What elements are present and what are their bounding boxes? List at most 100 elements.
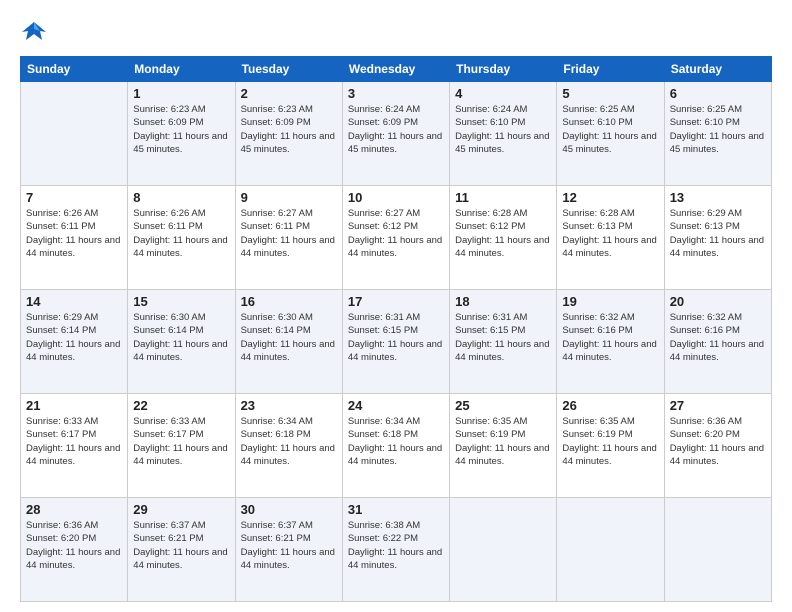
- calendar-week-row: 1 Sunrise: 6:23 AM Sunset: 6:09 PM Daylig…: [21, 82, 772, 186]
- day-number: 8: [133, 190, 229, 205]
- day-info: Sunrise: 6:27 AM Sunset: 6:11 PM Dayligh…: [241, 207, 337, 260]
- calendar-cell: 19 Sunrise: 6:32 AM Sunset: 6:16 PM Dayli…: [557, 290, 664, 394]
- day-number: 9: [241, 190, 337, 205]
- day-info: Sunrise: 6:37 AM Sunset: 6:21 PM Dayligh…: [133, 519, 229, 572]
- day-info: Sunrise: 6:35 AM Sunset: 6:19 PM Dayligh…: [562, 415, 658, 468]
- calendar-cell: 7 Sunrise: 6:26 AM Sunset: 6:11 PM Daylig…: [21, 186, 128, 290]
- day-info: Sunrise: 6:23 AM Sunset: 6:09 PM Dayligh…: [241, 103, 337, 156]
- day-info: Sunrise: 6:33 AM Sunset: 6:17 PM Dayligh…: [26, 415, 122, 468]
- calendar-cell: [21, 82, 128, 186]
- day-number: 28: [26, 502, 122, 517]
- day-number: 11: [455, 190, 551, 205]
- day-number: 10: [348, 190, 444, 205]
- calendar-table: SundayMondayTuesdayWednesdayThursdayFrid…: [20, 56, 772, 602]
- calendar-cell: 6 Sunrise: 6:25 AM Sunset: 6:10 PM Daylig…: [664, 82, 771, 186]
- day-info: Sunrise: 6:28 AM Sunset: 6:13 PM Dayligh…: [562, 207, 658, 260]
- day-number: 25: [455, 398, 551, 413]
- day-info: Sunrise: 6:38 AM Sunset: 6:22 PM Dayligh…: [348, 519, 444, 572]
- day-info: Sunrise: 6:25 AM Sunset: 6:10 PM Dayligh…: [670, 103, 766, 156]
- day-number: 5: [562, 86, 658, 101]
- day-info: Sunrise: 6:36 AM Sunset: 6:20 PM Dayligh…: [670, 415, 766, 468]
- day-info: Sunrise: 6:29 AM Sunset: 6:14 PM Dayligh…: [26, 311, 122, 364]
- weekday-header-saturday: Saturday: [664, 57, 771, 82]
- calendar-week-row: 7 Sunrise: 6:26 AM Sunset: 6:11 PM Daylig…: [21, 186, 772, 290]
- calendar-cell: 4 Sunrise: 6:24 AM Sunset: 6:10 PM Daylig…: [450, 82, 557, 186]
- day-info: Sunrise: 6:32 AM Sunset: 6:16 PM Dayligh…: [670, 311, 766, 364]
- calendar-cell: 12 Sunrise: 6:28 AM Sunset: 6:13 PM Dayli…: [557, 186, 664, 290]
- day-number: 17: [348, 294, 444, 309]
- day-number: 18: [455, 294, 551, 309]
- calendar-cell: 10 Sunrise: 6:27 AM Sunset: 6:12 PM Dayli…: [342, 186, 449, 290]
- calendar-cell: 18 Sunrise: 6:31 AM Sunset: 6:15 PM Dayli…: [450, 290, 557, 394]
- day-number: 2: [241, 86, 337, 101]
- calendar-cell: 5Sunrise: 6:25 AM Sunset: 6:10 PM Daylig…: [557, 82, 664, 186]
- calendar-cell: 16 Sunrise: 6:30 AM Sunset: 6:14 PM Dayli…: [235, 290, 342, 394]
- day-number: 20: [670, 294, 766, 309]
- day-number: 7: [26, 190, 122, 205]
- day-info: Sunrise: 6:37 AM Sunset: 6:21 PM Dayligh…: [241, 519, 337, 572]
- calendar-cell: 28Sunrise: 6:36 AM Sunset: 6:20 PM Dayli…: [21, 498, 128, 602]
- day-info: Sunrise: 6:24 AM Sunset: 6:09 PM Dayligh…: [348, 103, 444, 156]
- calendar-week-row: 14 Sunrise: 6:29 AM Sunset: 6:14 PM Dayli…: [21, 290, 772, 394]
- calendar-cell: 27 Sunrise: 6:36 AM Sunset: 6:20 PM Dayli…: [664, 394, 771, 498]
- calendar-week-row: 28Sunrise: 6:36 AM Sunset: 6:20 PM Dayli…: [21, 498, 772, 602]
- weekday-header-friday: Friday: [557, 57, 664, 82]
- calendar-cell: 1Sunrise: 6:23 AM Sunset: 6:09 PM Daylig…: [128, 82, 235, 186]
- day-number: 12: [562, 190, 658, 205]
- calendar-cell: 24Sunrise: 6:34 AM Sunset: 6:18 PM Dayli…: [342, 394, 449, 498]
- calendar-cell: 9 Sunrise: 6:27 AM Sunset: 6:11 PM Daylig…: [235, 186, 342, 290]
- day-number: 30: [241, 502, 337, 517]
- calendar-cell: 20 Sunrise: 6:32 AM Sunset: 6:16 PM Dayli…: [664, 290, 771, 394]
- day-info: Sunrise: 6:34 AM Sunset: 6:18 PM Dayligh…: [241, 415, 337, 468]
- calendar-cell: 22 Sunrise: 6:33 AM Sunset: 6:17 PM Dayli…: [128, 394, 235, 498]
- header: [20, 18, 772, 46]
- calendar-cell: [664, 498, 771, 602]
- day-info: Sunrise: 6:35 AM Sunset: 6:19 PM Dayligh…: [455, 415, 551, 468]
- day-number: 27: [670, 398, 766, 413]
- day-number: 14: [26, 294, 122, 309]
- day-info: Sunrise: 6:24 AM Sunset: 6:10 PM Dayligh…: [455, 103, 551, 156]
- calendar-cell: 17Sunrise: 6:31 AM Sunset: 6:15 PM Dayli…: [342, 290, 449, 394]
- weekday-header-row: SundayMondayTuesdayWednesdayThursdayFrid…: [21, 57, 772, 82]
- calendar-cell: 25 Sunrise: 6:35 AM Sunset: 6:19 PM Dayli…: [450, 394, 557, 498]
- day-number: 24: [348, 398, 444, 413]
- day-number: 31: [348, 502, 444, 517]
- day-number: 4: [455, 86, 551, 101]
- calendar-cell: 14 Sunrise: 6:29 AM Sunset: 6:14 PM Dayli…: [21, 290, 128, 394]
- day-number: 6: [670, 86, 766, 101]
- weekday-header-thursday: Thursday: [450, 57, 557, 82]
- weekday-header-tuesday: Tuesday: [235, 57, 342, 82]
- day-info: Sunrise: 6:29 AM Sunset: 6:13 PM Dayligh…: [670, 207, 766, 260]
- day-number: 21: [26, 398, 122, 413]
- calendar-cell: [450, 498, 557, 602]
- calendar-cell: 26 Sunrise: 6:35 AM Sunset: 6:19 PM Dayli…: [557, 394, 664, 498]
- day-info: Sunrise: 6:31 AM Sunset: 6:15 PM Dayligh…: [455, 311, 551, 364]
- day-info: Sunrise: 6:27 AM Sunset: 6:12 PM Dayligh…: [348, 207, 444, 260]
- calendar-cell: 29 Sunrise: 6:37 AM Sunset: 6:21 PM Dayli…: [128, 498, 235, 602]
- day-info: Sunrise: 6:32 AM Sunset: 6:16 PM Dayligh…: [562, 311, 658, 364]
- calendar-week-row: 21 Sunrise: 6:33 AM Sunset: 6:17 PM Dayli…: [21, 394, 772, 498]
- day-number: 1: [133, 86, 229, 101]
- day-number: 16: [241, 294, 337, 309]
- day-number: 13: [670, 190, 766, 205]
- calendar-cell: 13 Sunrise: 6:29 AM Sunset: 6:13 PM Dayli…: [664, 186, 771, 290]
- day-number: 3: [348, 86, 444, 101]
- weekday-header-sunday: Sunday: [21, 57, 128, 82]
- calendar-cell: 8Sunrise: 6:26 AM Sunset: 6:11 PM Daylig…: [128, 186, 235, 290]
- logo-icon: [20, 18, 48, 46]
- day-number: 26: [562, 398, 658, 413]
- day-number: 22: [133, 398, 229, 413]
- weekday-header-monday: Monday: [128, 57, 235, 82]
- day-info: Sunrise: 6:33 AM Sunset: 6:17 PM Dayligh…: [133, 415, 229, 468]
- logo: [20, 18, 52, 46]
- day-number: 29: [133, 502, 229, 517]
- calendar-cell: 11Sunrise: 6:28 AM Sunset: 6:12 PM Dayli…: [450, 186, 557, 290]
- day-info: Sunrise: 6:30 AM Sunset: 6:14 PM Dayligh…: [241, 311, 337, 364]
- calendar-cell: 31 Sunrise: 6:38 AM Sunset: 6:22 PM Dayli…: [342, 498, 449, 602]
- day-info: Sunrise: 6:26 AM Sunset: 6:11 PM Dayligh…: [26, 207, 122, 260]
- calendar-cell: 30 Sunrise: 6:37 AM Sunset: 6:21 PM Dayli…: [235, 498, 342, 602]
- calendar-cell: 3 Sunrise: 6:24 AM Sunset: 6:09 PM Daylig…: [342, 82, 449, 186]
- calendar-cell: 2 Sunrise: 6:23 AM Sunset: 6:09 PM Daylig…: [235, 82, 342, 186]
- day-number: 15: [133, 294, 229, 309]
- day-number: 19: [562, 294, 658, 309]
